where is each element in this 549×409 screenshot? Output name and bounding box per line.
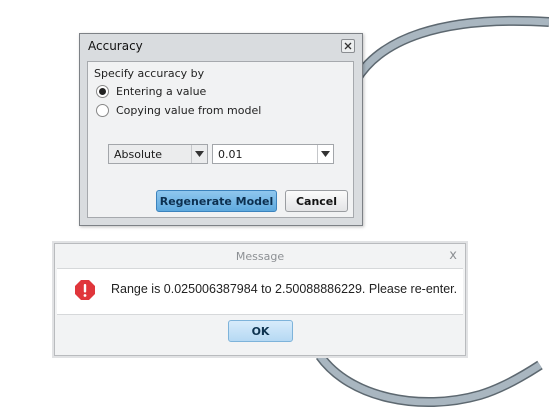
error-icon [75, 280, 95, 300]
specify-accuracy-group: Specify accuracy by Entering a value Cop… [87, 61, 354, 218]
accuracy-dialog: Accuracy Specify accuracy by Entering a … [79, 33, 363, 226]
radio-button-selected[interactable] [96, 85, 109, 98]
accuracy-mode-select[interactable]: Absolute [108, 144, 208, 164]
message-titlebar[interactable]: Message x [55, 244, 465, 268]
cancel-button[interactable]: Cancel [285, 190, 348, 212]
message-dialog: Message x Range is 0.025006387984 to 2.5… [54, 243, 466, 356]
accuracy-dialog-title: Accuracy [88, 39, 143, 53]
message-text: Range is 0.025006387984 to 2.50088886229… [111, 282, 458, 296]
chevron-down-icon[interactable] [191, 145, 207, 163]
accuracy-close-button[interactable] [341, 39, 355, 53]
ok-button[interactable]: OK [228, 320, 293, 342]
radio-entering-value[interactable]: Entering a value [96, 85, 206, 98]
message-body: Range is 0.025006387984 to 2.50088886229… [57, 268, 463, 315]
radio-label: Copying value from model [116, 104, 262, 117]
radio-button[interactable] [96, 104, 109, 117]
message-close-button[interactable]: x [449, 248, 457, 263]
chevron-down-icon[interactable] [317, 145, 333, 163]
accuracy-value-input[interactable]: 0.01 [212, 144, 334, 164]
radio-copying-value[interactable]: Copying value from model [96, 104, 261, 117]
accuracy-mode-value: Absolute [114, 148, 163, 161]
accuracy-value-text: 0.01 [218, 148, 243, 161]
accuracy-titlebar[interactable]: Accuracy [80, 34, 362, 58]
radio-label: Entering a value [116, 85, 207, 98]
group-label: Specify accuracy by [94, 67, 205, 80]
close-icon [344, 42, 352, 50]
regenerate-model-button[interactable]: Regenerate Model [156, 190, 277, 212]
message-dialog-title: Message [235, 250, 285, 263]
model-ring-lower-arc [315, 352, 543, 408]
